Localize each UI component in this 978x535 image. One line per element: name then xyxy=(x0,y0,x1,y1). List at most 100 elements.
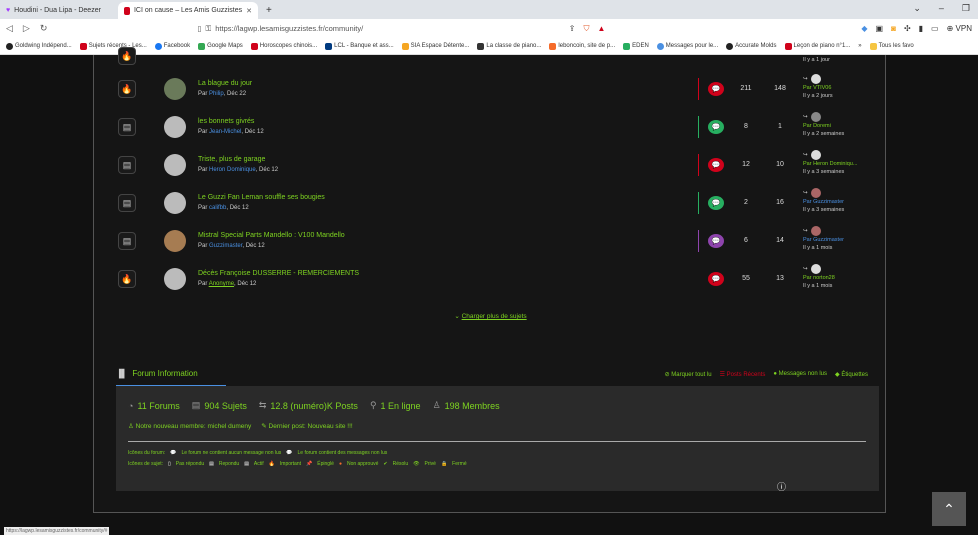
topic-row[interactable]: ▤ Mistral Special Parts Mandello : V100 … xyxy=(94,222,887,260)
author-link[interactable]: Anonyme xyxy=(209,281,234,287)
avatar[interactable] xyxy=(164,230,186,252)
sidebar-icon[interactable]: ▮ xyxy=(919,24,923,33)
avatar[interactable] xyxy=(810,74,821,84)
unread-messages-button[interactable]: ● Messages non lus xyxy=(773,371,827,378)
topic-icons-legend: Icônes de sujet: ▯ Pas répondu ▤ Repondu ▤… xyxy=(128,461,467,467)
bookmark-item[interactable]: Goldwing Indépend... xyxy=(6,42,72,50)
author-link[interactable]: califbb xyxy=(209,205,226,211)
topic-row[interactable]: 🔥 Décès Françoise DUSSERRE - REMERCIEMEN… xyxy=(94,260,887,298)
vpn-button[interactable]: ⊕ VPN xyxy=(947,24,972,33)
share-icon[interactable]: ⇪ xyxy=(569,24,576,33)
last-post-author[interactable]: Par norton28 xyxy=(803,274,835,282)
close-tab-icon[interactable]: ✕ xyxy=(246,7,252,15)
window-icon[interactable]: ▭ xyxy=(931,24,939,33)
author-link[interactable]: Guzzimaster xyxy=(209,243,242,249)
last-post: ↪ Par Doremi Il y a 2 semaines xyxy=(803,112,844,138)
important-icon: 🔥 xyxy=(268,461,275,467)
site-favicon-icon xyxy=(124,6,130,15)
forum-stats: ◔ 11 Forums ▤ 904 Sujets ⇆ 12.8 (numéro)K P… xyxy=(128,400,500,411)
replies-bubble-icon: 💬 xyxy=(708,120,724,134)
reply-arrow-icon: ↪ xyxy=(803,76,808,82)
forum-actions: ⊘ Marquer tout lu ☰ Posts Récents ● Mess… xyxy=(665,371,868,378)
wallet-icon[interactable]: ▣ xyxy=(876,24,884,33)
last-post: ↪ Par VTIV06 Il y a 2 jours xyxy=(803,74,833,100)
brave-shield-icon[interactable]: ⛉ xyxy=(583,24,589,34)
view-count: 16 xyxy=(776,199,784,206)
reply-count: 12 xyxy=(742,161,750,168)
solved-icon: ✔ xyxy=(383,461,388,467)
members-icon: ♙ xyxy=(432,400,441,410)
puzzle-icon[interactable]: ✣ xyxy=(904,24,911,33)
topic-row[interactable]: 🔥 La blague du jour Par Philip, Déc 22 💬… xyxy=(94,70,887,108)
avatar[interactable] xyxy=(164,268,186,290)
address-bar[interactable]: ▯ ⚿ https://lagwp.lesamisguzzistes.fr/co… xyxy=(197,24,363,34)
replies-bubble-icon: 💬 xyxy=(708,234,724,248)
reply-arrow-icon: ↪ xyxy=(803,190,808,196)
tab-label: ICI on cause – Les Amis Guzzistes xyxy=(133,7,243,14)
avatar[interactable] xyxy=(164,154,186,176)
reply-arrow-icon: ↪ xyxy=(803,228,808,234)
tab-deezer[interactable]: ♥ Houdini - Dua Lipa - Deezer xyxy=(0,2,118,19)
avatar[interactable] xyxy=(810,264,821,274)
tab-guzzistes[interactable]: ICI on cause – Les Amis Guzzistes ✕ xyxy=(118,2,258,19)
topic-byline: Par califbb, Déc 12 xyxy=(198,205,249,211)
topic-title-link[interactable]: La blague du jour xyxy=(198,80,252,87)
status-bar xyxy=(698,230,699,252)
info-icon[interactable]: ⓘ xyxy=(777,480,786,493)
rewards-icon[interactable]: ▲ xyxy=(597,24,605,33)
load-more-link[interactable]: ⌄ Charger plus de sujets xyxy=(94,312,887,320)
author-link[interactable]: Jean-Michel xyxy=(209,129,241,135)
last-post-time: Il y a 2 semaines xyxy=(803,131,845,137)
scroll-to-top-button[interactable]: ⌃ xyxy=(932,492,966,526)
last-post-link[interactable]: ✎ Dernier post: Nouveau site !!! xyxy=(261,422,352,430)
topic-row[interactable]: ▤ Triste, plus de garage Par Heron Domin… xyxy=(94,146,887,184)
forum-icons-legend: Icônes du forum: 💬 Le forum ne contient … xyxy=(128,450,388,456)
topic-row[interactable]: ▤ les bonnets givrés Par Jean-Michel, Dé… xyxy=(94,108,887,146)
avatar[interactable] xyxy=(810,188,821,198)
recent-posts-button[interactable]: ☰ Posts Récents xyxy=(720,371,766,378)
avatar[interactable] xyxy=(810,226,821,236)
topic-row[interactable]: ▤ Le Guzzi Fan Leman souffle ses bougies… xyxy=(94,184,887,222)
bookmark-icon[interactable]: ▯ xyxy=(197,24,201,33)
last-post-author[interactable]: Par Guzzimaster xyxy=(803,236,844,244)
closed-icon: 🔒 xyxy=(440,461,448,467)
new-tab-button[interactable]: + xyxy=(258,2,280,19)
chevron-down-icon[interactable]: ⌄ xyxy=(913,3,921,14)
status-bar-url: https://lagwp.lesamisguzzistes.fr/commun… xyxy=(4,527,110,535)
reload-icon[interactable]: ↻ xyxy=(40,23,48,34)
forward-icon[interactable]: ▷ xyxy=(23,23,30,34)
topic-title-link[interactable]: Triste, plus de garage xyxy=(198,156,278,163)
last-post-author[interactable]: Par Guzzimaster xyxy=(803,198,844,206)
avatar[interactable] xyxy=(810,150,821,160)
new-member-link[interactable]: ♙ Notre nouveau membre: michel dumeny xyxy=(128,422,251,430)
heart-icon: ♥ xyxy=(6,7,11,14)
topic-title-link[interactable]: Décès Françoise DUSSERRE - REMERCIEMENTS xyxy=(198,270,359,277)
avatar[interactable] xyxy=(164,78,186,100)
avatar[interactable] xyxy=(164,192,186,214)
mark-all-read-button[interactable]: ⊘ Marquer tout lu xyxy=(665,371,712,378)
tags-button[interactable]: ◆ Étiquettes xyxy=(835,371,868,378)
maximize-icon[interactable]: ❐ xyxy=(962,3,970,14)
minimize-icon[interactable]: – xyxy=(939,3,944,14)
last-post-author[interactable]: Par Heron Dominiqu... xyxy=(803,160,857,168)
author-link[interactable]: Heron Dominique xyxy=(209,167,256,173)
rss-icon[interactable]: ◙ xyxy=(891,24,896,33)
topic-title-link[interactable]: Mistral Special Parts Mandello : V100 Ma… xyxy=(198,232,345,239)
last-post-author[interactable]: Par Doremi xyxy=(803,122,844,130)
last-post-author[interactable]: Par VTIV06 xyxy=(803,84,833,92)
hot-topic-icon: 🔥 xyxy=(118,47,136,65)
topic-title-link[interactable]: Le Guzzi Fan Leman souffle ses bougies xyxy=(198,194,325,201)
hot-topic-icon: 🔥 xyxy=(118,80,136,98)
forums-icon: ◔ xyxy=(128,400,134,411)
read-forum-icon: 💬 xyxy=(170,450,177,456)
back-icon[interactable]: ◁ xyxy=(6,23,13,34)
avatar[interactable] xyxy=(164,116,186,138)
reply-count: 211 xyxy=(740,85,752,92)
document-icon: ▤ xyxy=(118,156,136,174)
hot-topic-icon: 🔥 xyxy=(118,270,136,288)
topic-title-link[interactable]: les bonnets givrés xyxy=(198,118,264,125)
author-link[interactable]: Philip xyxy=(209,91,224,97)
extension-icon[interactable]: ◆ xyxy=(861,24,867,33)
forum-latest-info: ♙ Notre nouveau membre: michel dumeny ✎ … xyxy=(128,422,353,430)
avatar[interactable] xyxy=(810,112,821,122)
